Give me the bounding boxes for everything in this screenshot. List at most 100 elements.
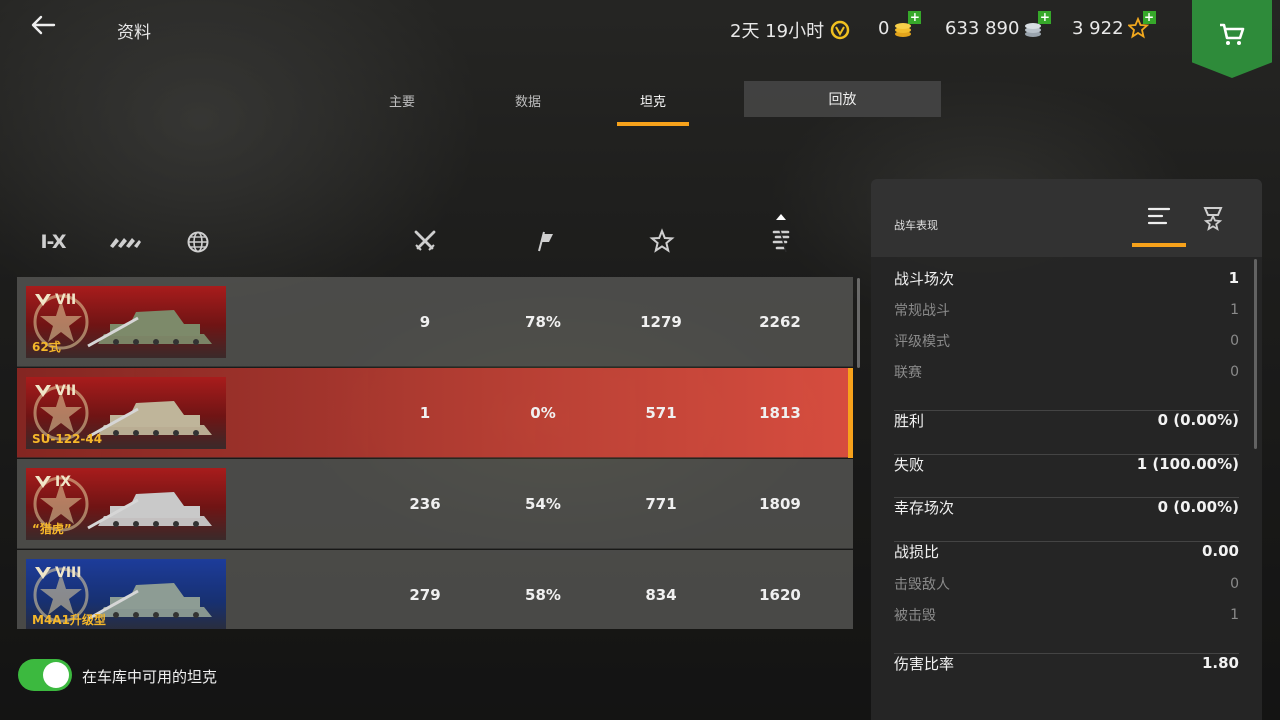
tank-avg-xp: 834 [645,586,677,604]
tab-stats[interactable]: 数据 [501,82,555,118]
panel-tab-summary[interactable] [1132,205,1186,247]
tank-battles: 236 [409,495,441,513]
tank-tier-label: VII [55,292,77,308]
panel-title: 战车表现 [894,219,938,232]
tank-card: VII SU-122-44 [26,377,226,449]
crossed-swords-icon [414,230,436,251]
tank-tier: IX [34,474,71,490]
tank-avg-xp: 1279 [640,313,682,331]
elite-badge-icon [35,385,51,397]
stat-row: 联赛 0 [894,358,1239,386]
nation-filter-button[interactable] [181,228,215,256]
back-button[interactable] [28,10,68,44]
tank-card: VII 62式 [26,286,226,358]
tank-list-scrollbar[interactable] [857,278,860,368]
elite-badge-icon [35,294,51,306]
stat-value: 1 [1228,269,1239,287]
stat-label: 击毁敌人 [894,577,950,593]
stat-value: 1 [1230,607,1239,623]
gold-coins-icon: + [893,11,922,39]
stat-value: 1.80 [1201,654,1239,672]
elite-badge-icon [35,567,51,579]
tank-card: VIII M4A1升级型 [26,559,226,629]
gold-balance[interactable]: 0 + [878,11,922,39]
panel-tab-medals[interactable] [1186,205,1240,245]
stat-divider [894,410,1239,411]
buy-gold-plus-icon[interactable]: + [908,11,922,24]
vehicle-performance-panel: 战车表现 战斗场次 1 常规战斗 1 评级模式 0 联赛 0 胜利 0 (0.0… [871,179,1262,720]
stat-value: 0 [1230,576,1239,592]
tank-list: VII 62式 9 78% 1279 2262 VII SU-122-44 1 … [17,277,853,629]
stat-divider [894,454,1239,455]
tank-avg-damage: 1809 [759,495,801,513]
stat-row: 常规战斗 1 [894,296,1239,324]
tier-filter-label: I-X [40,231,66,253]
garage-only-toggle[interactable] [18,659,72,691]
tank-name: SU-122-44 [32,432,103,446]
stat-value: 0 (0.00%) [1157,411,1239,429]
garage-only-label: 在车库中可用的坦克 [82,668,218,686]
sort-avg-xp-button[interactable] [645,226,679,256]
free-xp-balance[interactable]: 3 922 + [1072,11,1156,39]
list-lines-icon [1147,207,1171,225]
selected-indicator [848,368,853,458]
tank-image [87,492,212,530]
premium-icon [830,20,850,40]
tank-avg-damage: 2262 [759,313,801,331]
stat-value: 0 [1230,333,1239,349]
stat-label: 战损比 [894,542,940,561]
tank-name: “猎虎” [32,522,72,536]
sort-avg-damage-button[interactable] [764,212,798,256]
buy-credits-plus-icon[interactable]: + [1038,11,1052,24]
tank-row[interactable]: VII SU-122-44 1 0% 571 1813 [17,368,853,458]
tank-battles: 279 [409,586,441,604]
star-xp-icon: + [1126,11,1156,39]
tab-tanks[interactable]: 坦克 [617,82,689,126]
tank-row[interactable]: IX “猎虎” 236 54% 771 1809 [17,459,853,549]
tank-avg-damage: 1813 [759,404,801,422]
tab-replays[interactable]: 回放 [744,81,941,117]
tank-battles: 9 [419,313,431,331]
stat-value: 1 (100.00%) [1136,455,1239,473]
stat-value: 0 [1230,364,1239,380]
tier-filter-button[interactable]: I-X [36,228,70,256]
stat-value: 1 [1230,302,1239,318]
stat-row: 战斗场次 1 [894,264,1239,292]
star-outline-icon [649,228,675,253]
panel-scrollbar[interactable] [1254,259,1257,449]
stat-value: 0.00 [1201,542,1239,560]
stat-value: 0 (0.00%) [1157,498,1239,516]
tank-winrate: 0% [530,404,556,422]
free-xp-amount: 3 922 [1072,17,1124,39]
tank-tier: VII [34,383,76,399]
tank-winrate: 58% [525,586,561,604]
tank-types-icon [110,238,141,248]
premium-timer-text: 2天 19小时 [730,21,825,42]
top-bar: 资料 2天 19小时 0 + 633 890 + 3 922 + [0,0,1280,78]
stat-row: 击毁敌人 0 [894,570,1239,598]
tank-row[interactable]: VIII M4A1升级型 279 58% 834 1620 [17,550,853,629]
stat-label: 被击毁 [894,608,936,624]
stat-row: 评级模式 0 [894,327,1239,355]
credits-balance[interactable]: 633 890 + [945,11,1052,39]
stat-label: 联赛 [894,365,922,381]
tank-row[interactable]: VII 62式 9 78% 1279 2262 [17,277,853,367]
credits-amount: 633 890 [945,17,1020,39]
toggle-knob [43,662,69,688]
tank-winrate: 78% [525,313,561,331]
tab-main[interactable]: 主要 [375,82,429,118]
sort-winrate-button[interactable] [527,226,561,256]
premium-timer[interactable]: 2天 19小时 [730,17,850,43]
gold-amount: 0 [878,17,890,39]
silver-coins-icon: + [1023,11,1052,39]
tank-avg-xp: 771 [645,495,677,513]
tank-name: 62式 [32,340,61,354]
tank-image [87,583,212,621]
tank-type-filter-button[interactable] [108,228,142,256]
stat-row: 被击毁 1 [894,601,1239,629]
arrow-left-icon [31,15,56,35]
stat-label: 常规战斗 [894,303,950,319]
buy-xp-plus-icon[interactable]: + [1142,11,1156,24]
shop-button[interactable] [1192,0,1272,78]
sort-battles-button[interactable] [408,226,442,256]
